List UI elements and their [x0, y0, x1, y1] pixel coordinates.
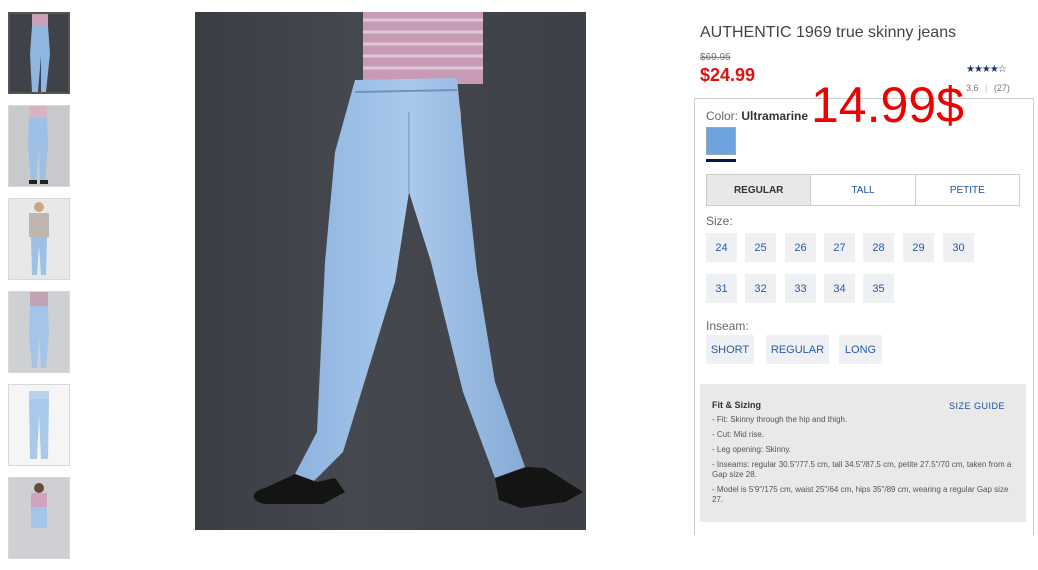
- sale-price: $24.99: [700, 65, 756, 85]
- thumbnail-3-image: [9, 199, 69, 279]
- color-label-row: Color: Ultramarine: [706, 109, 808, 123]
- size-option-31[interactable]: 31: [706, 274, 737, 303]
- tab-petite[interactable]: PETITE: [914, 175, 1019, 205]
- rating-separator: |: [985, 83, 988, 93]
- fit-item: - Fit: Skinny through the hip and thigh.: [712, 415, 848, 424]
- fit-item: - Cut: Mid rise.: [712, 430, 765, 439]
- fit-item: - Inseams: regular 30.5"/77.5 cm, tall 3…: [712, 460, 1012, 479]
- thumbnail-5-image: [9, 385, 69, 465]
- jeans-model-image: [253, 12, 583, 508]
- inseam-option-short[interactable]: SHORT: [706, 335, 754, 364]
- fit-sizing-heading: Fit & Sizing: [712, 400, 761, 410]
- original-price: $69.95: [700, 52, 731, 63]
- size-option-28[interactable]: 28: [863, 233, 894, 262]
- size-option-24[interactable]: 24: [706, 233, 737, 262]
- size-guide-link[interactable]: SIZE GUIDE: [949, 401, 1005, 411]
- overlay-price: 14.99$: [811, 77, 964, 133]
- size-option-32[interactable]: 32: [745, 274, 776, 303]
- thumbnail-strip: [8, 12, 72, 570]
- thumbnail-3[interactable]: [8, 198, 70, 280]
- size-option-27[interactable]: 27: [824, 233, 855, 262]
- rating-value: 3.6: [966, 83, 979, 93]
- fit-item: - Model is 5'9"/175 cm, waist 25"/64 cm,…: [712, 485, 1009, 504]
- fit-item: - Leg opening: Skinny.: [712, 445, 792, 454]
- size-option-33[interactable]: 33: [785, 274, 816, 303]
- main-product-image: [195, 12, 586, 530]
- thumbnail-2-image: [9, 106, 69, 186]
- inseam-option-regular[interactable]: REGULAR: [766, 335, 829, 364]
- selected-swatch-indicator: [706, 159, 736, 162]
- color-swatch-ultramarine[interactable]: [706, 127, 736, 155]
- thumbnail-6[interactable]: [8, 477, 70, 559]
- rating-summary[interactable]: 3.6 | (27): [966, 83, 1010, 93]
- fit-tabs: REGULAR TALL PETITE: [706, 174, 1020, 206]
- thumbnail-4-image: [9, 292, 69, 372]
- size-option-29[interactable]: 29: [903, 233, 934, 262]
- size-option-26[interactable]: 26: [785, 233, 816, 262]
- inseam-label: Inseam:: [706, 319, 749, 333]
- color-value: Ultramarine: [741, 109, 809, 123]
- tab-regular[interactable]: REGULAR: [707, 175, 811, 205]
- thumbnail-4[interactable]: [8, 291, 70, 373]
- thumbnail-5[interactable]: [8, 384, 70, 466]
- size-option-34[interactable]: 34: [824, 274, 855, 303]
- rating-stars-icon[interactable]: ★★★★☆: [966, 64, 1007, 75]
- size-option-30[interactable]: 30: [943, 233, 974, 262]
- tab-tall[interactable]: TALL: [810, 175, 914, 205]
- review-count: (27): [993, 83, 1010, 93]
- size-label: Size:: [706, 214, 733, 228]
- size-option-35[interactable]: 35: [863, 274, 894, 303]
- thumbnail-6-image: [9, 478, 69, 558]
- product-title: AUTHENTIC 1969 true skinny jeans: [700, 24, 957, 41]
- color-label: Color:: [706, 109, 739, 123]
- thumbnail-2[interactable]: [8, 105, 70, 187]
- thumbnail-1-image: [10, 14, 68, 92]
- fit-sizing-list: - Fit: Skinny through the hip and thigh.…: [712, 415, 1012, 510]
- thumbnail-1[interactable]: [8, 12, 70, 94]
- size-option-25[interactable]: 25: [745, 233, 776, 262]
- inseam-option-long[interactable]: LONG: [839, 335, 882, 364]
